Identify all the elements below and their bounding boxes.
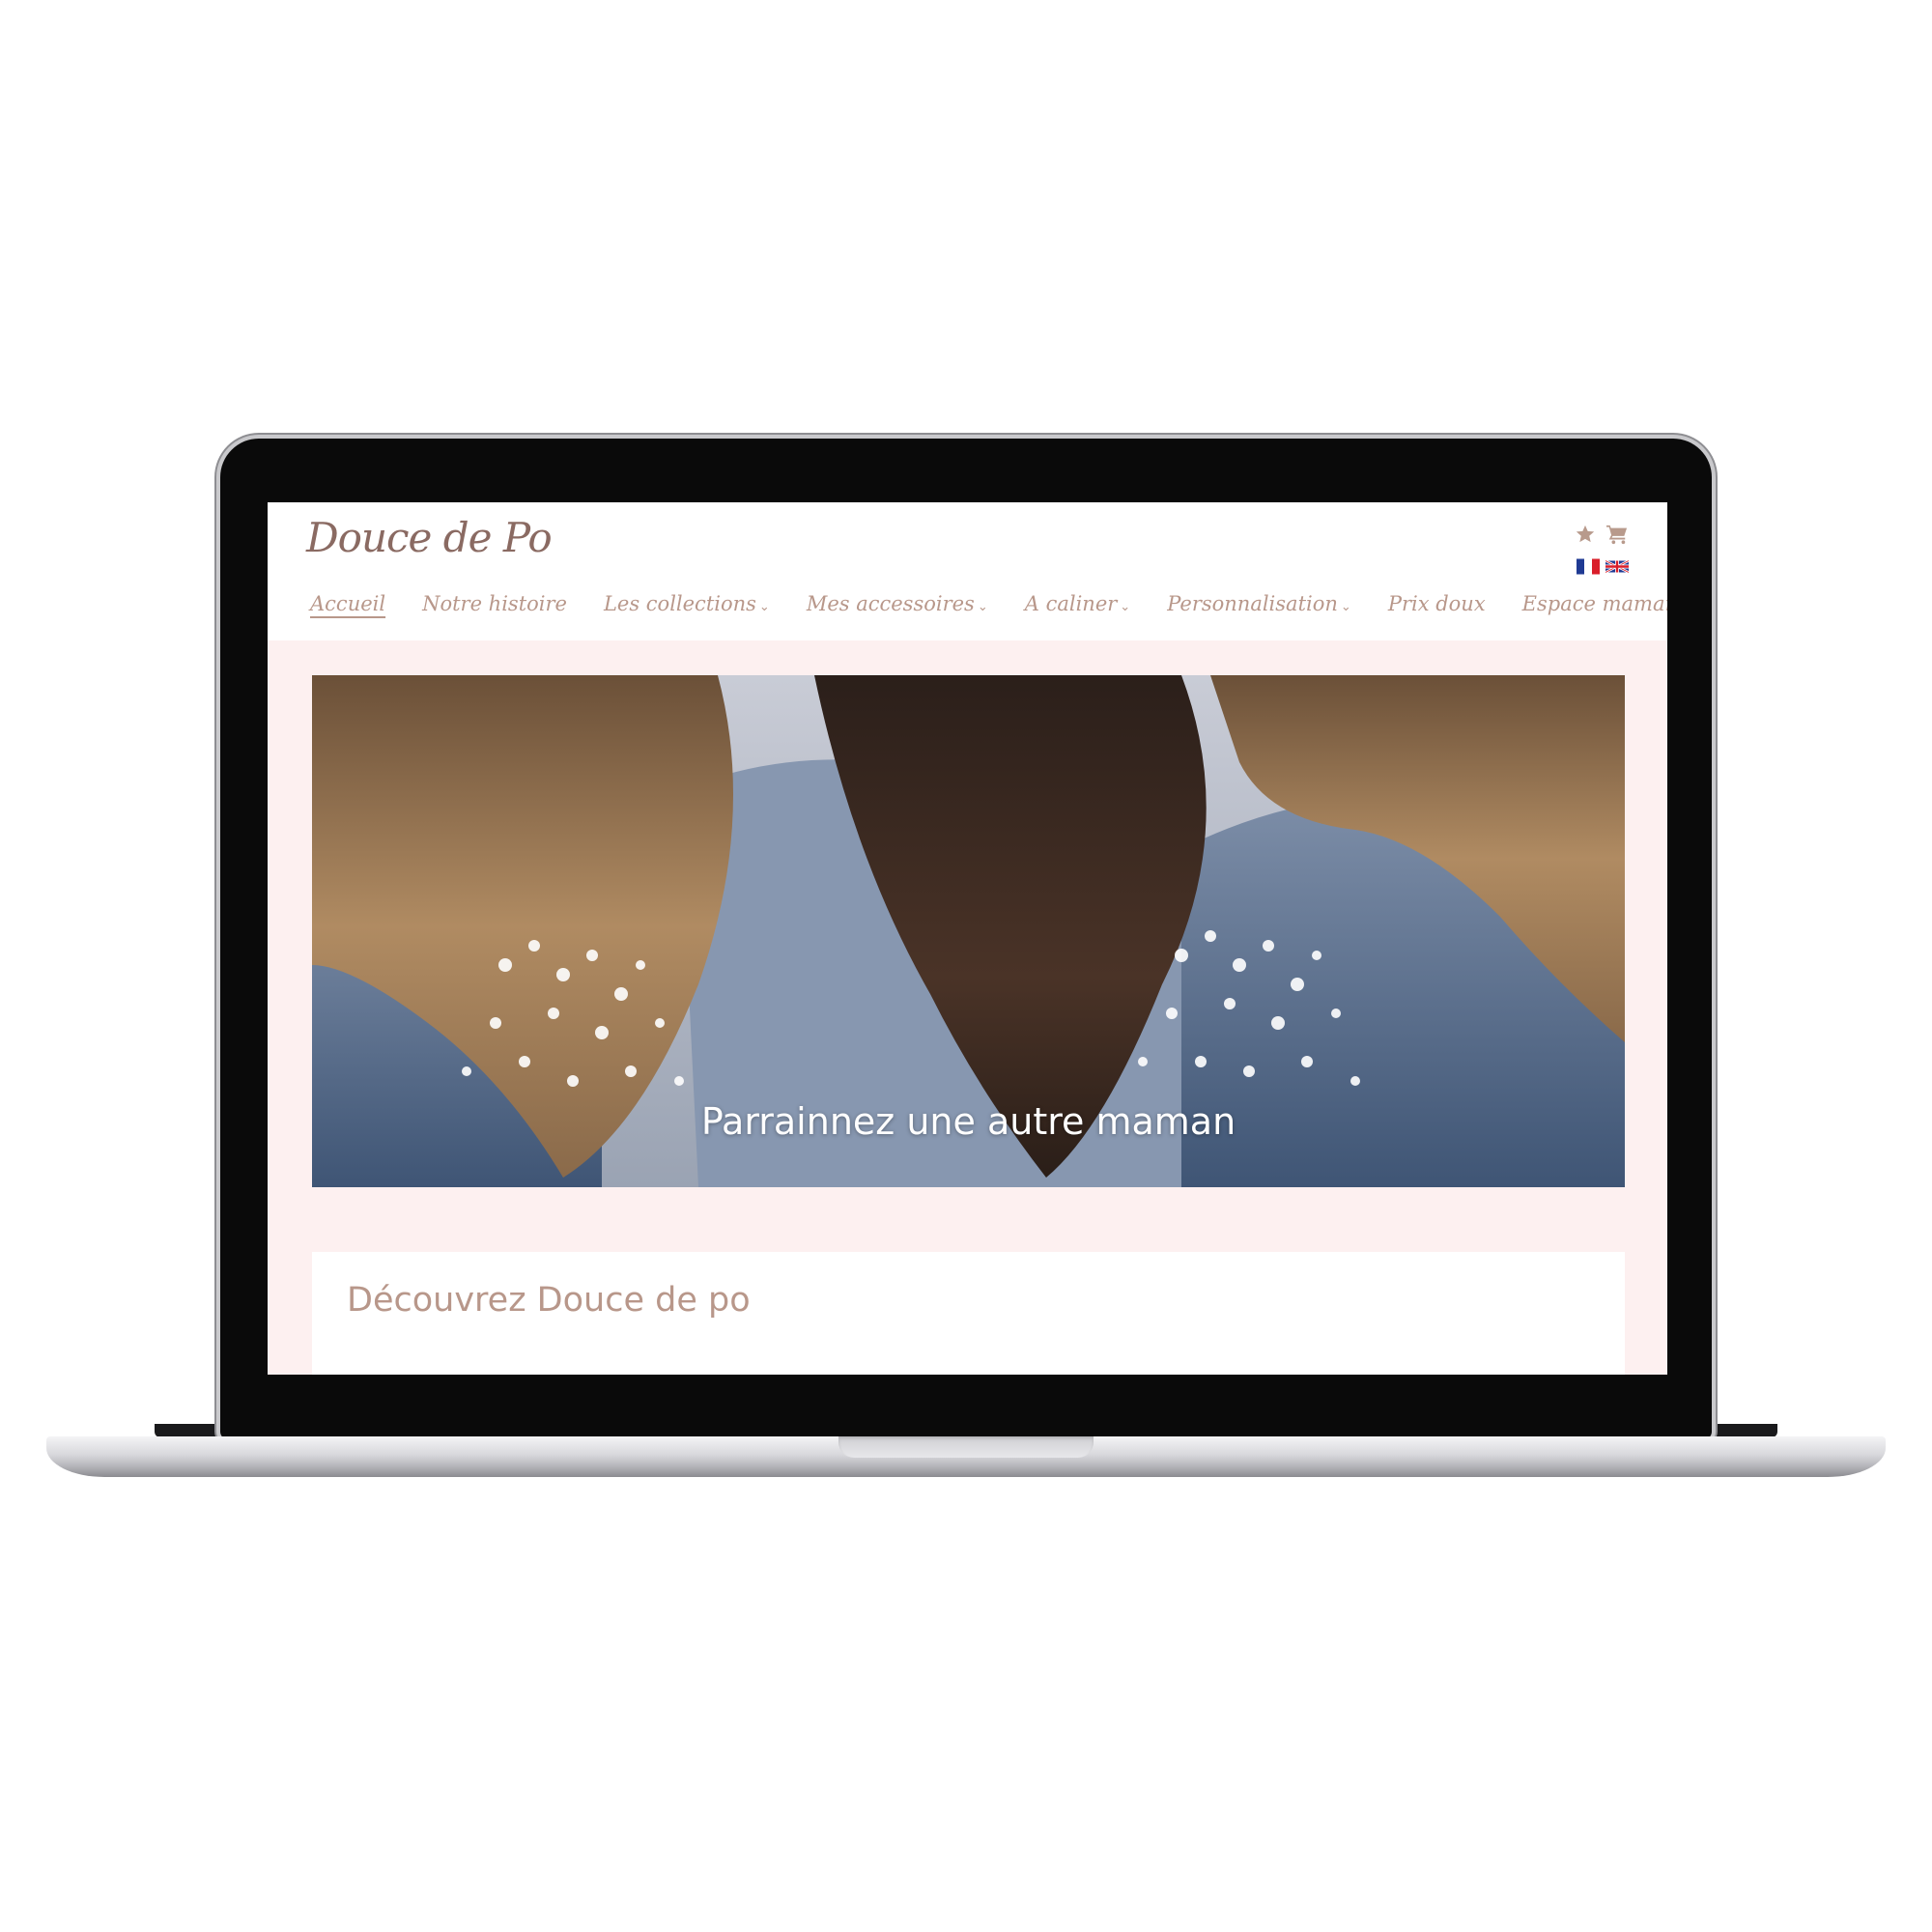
nav-label: Prix doux bbox=[1387, 592, 1486, 615]
hero-caption[interactable]: Parrainnez une autre maman bbox=[312, 1100, 1625, 1143]
nav-label: Mes accessoires bbox=[806, 592, 975, 615]
laptop-screen: Douce de Po Accueil Notre histoire Les c… bbox=[268, 502, 1667, 1375]
discover-section: Découvrez Douce de po bbox=[312, 1252, 1625, 1375]
language-switcher bbox=[1577, 558, 1629, 575]
logo-text: Douce de Po bbox=[306, 514, 553, 561]
laptop-lid: Douce de Po Accueil Notre histoire Les c… bbox=[220, 439, 1712, 1439]
laptop-mockup: Douce de Po Accueil Notre histoire Les c… bbox=[0, 0, 1932, 1932]
site-logo[interactable]: Douce de Po bbox=[306, 514, 553, 561]
nav-item-a-caliner[interactable]: A caliner ⌄ bbox=[1025, 592, 1130, 615]
nav-label: Accueil bbox=[310, 592, 386, 615]
header-icons bbox=[1575, 524, 1629, 551]
discover-title: Découvrez Douce de po bbox=[347, 1281, 751, 1320]
nav-item-prix-doux[interactable]: Prix doux bbox=[1388, 592, 1486, 615]
hero-banner[interactable]: Parrainnez une autre maman bbox=[312, 675, 1625, 1187]
flag-en-icon[interactable] bbox=[1605, 558, 1629, 575]
nav-item-mes-accessoires[interactable]: Mes accessoires ⌄ bbox=[807, 592, 988, 615]
nav-label: A caliner bbox=[1024, 592, 1118, 615]
site-header: Douce de Po Accueil Notre histoire Les c… bbox=[268, 502, 1667, 640]
nav-label: Personnalisation bbox=[1167, 592, 1338, 615]
nav-label: Notre histoire bbox=[422, 592, 567, 615]
cart-icon[interactable] bbox=[1605, 524, 1629, 551]
nav-item-les-collections[interactable]: Les collections ⌄ bbox=[604, 592, 770, 615]
nav-label: Les collections bbox=[603, 592, 756, 615]
nav-item-espace-maman[interactable]: Espace maman bbox=[1522, 592, 1667, 615]
nav-item-personnalisation[interactable]: Personnalisation ⌄ bbox=[1167, 592, 1351, 615]
nav-item-notre-histoire[interactable]: Notre histoire bbox=[422, 592, 567, 615]
chevron-down-icon: ⌄ bbox=[1340, 600, 1351, 614]
nav-label: Espace maman bbox=[1521, 592, 1667, 615]
chevron-down-icon: ⌄ bbox=[1120, 600, 1131, 614]
chevron-down-icon: ⌄ bbox=[977, 600, 988, 614]
nav-item-accueil[interactable]: Accueil bbox=[310, 592, 385, 615]
flag-fr-icon[interactable] bbox=[1577, 558, 1600, 575]
chevron-down-icon: ⌄ bbox=[758, 600, 770, 614]
star-icon[interactable] bbox=[1575, 524, 1596, 551]
laptop-base bbox=[46, 1436, 1886, 1477]
laptop-base-notch bbox=[838, 1436, 1094, 1458]
main-nav: Accueil Notre histoire Les collections ⌄ … bbox=[310, 591, 1667, 616]
